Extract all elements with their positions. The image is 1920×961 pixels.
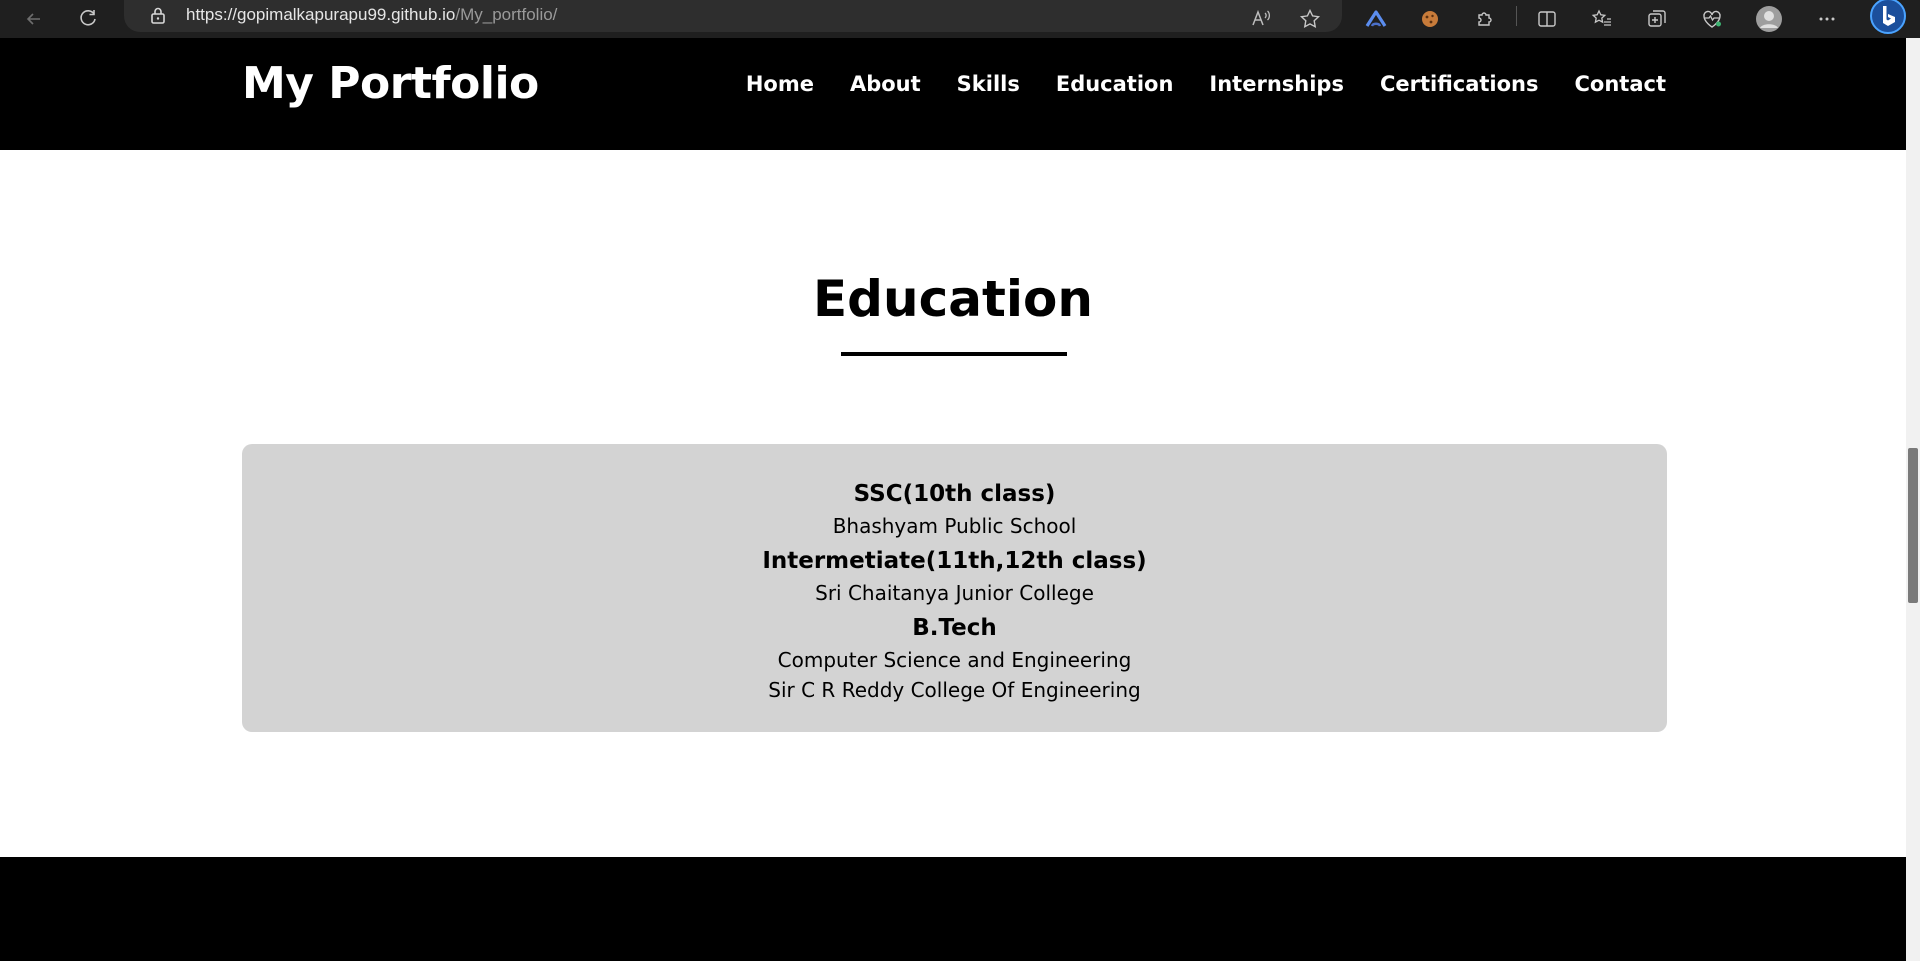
education-title: B.Tech [912, 615, 997, 641]
refresh-button[interactable] [72, 3, 104, 35]
footer-section [0, 857, 1906, 961]
title-underline [841, 352, 1067, 356]
main-nav: Home About Skills Education Internships … [746, 72, 1666, 96]
url-host: https://gopimalkapurapu99.github.io [186, 5, 456, 24]
extensions-button[interactable] [1469, 3, 1501, 35]
bing-icon [1870, 0, 1906, 34]
education-title: Intermetiate(11th,12th class) [762, 548, 1147, 574]
settings-more-button[interactable] [1811, 3, 1843, 35]
nav-contact[interactable]: Contact [1575, 72, 1667, 96]
brand-logo[interactable]: My Portfolio [242, 58, 539, 109]
nav-skills[interactable]: Skills [957, 72, 1020, 96]
collections-icon [1648, 10, 1666, 27]
nav-education[interactable]: Education [1056, 72, 1174, 96]
education-item-ssc: SSC(10th class) Bhashyam Public School [242, 477, 1667, 541]
education-card: SSC(10th class) Bhashyam Public School I… [242, 444, 1667, 732]
more-dots-icon [1819, 17, 1835, 21]
back-button[interactable] [18, 3, 50, 35]
favorites-button[interactable] [1586, 3, 1618, 35]
favorite-star-button[interactable] [1294, 3, 1326, 35]
scrollbar-thumb[interactable] [1908, 448, 1918, 603]
browser-toolbar: https://gopimalkapurapu99.github.io/My_p… [0, 0, 1920, 38]
education-item-btech: B.Tech Computer Science and Engineering … [242, 611, 1667, 705]
avatar-icon [1756, 6, 1782, 32]
education-detail: Bhashyam Public School [832, 514, 1077, 538]
extension-arc-button[interactable] [1360, 3, 1392, 35]
cookie-icon [1422, 11, 1438, 27]
read-aloud-icon [1252, 9, 1271, 26]
url-path: /My_portfolio/ [455, 5, 558, 24]
education-detail: Sri Chaitanya Junior College [815, 581, 1094, 605]
nav-internships[interactable]: Internships [1209, 72, 1344, 96]
site-header: My Portfolio Home About Skills Education… [0, 38, 1906, 150]
lock-icon [151, 7, 165, 24]
extension-cookie-button[interactable] [1414, 3, 1446, 35]
collections-button[interactable] [1641, 3, 1673, 35]
favorites-list-icon [1591, 9, 1611, 26]
arc-extension-icon [1365, 10, 1387, 27]
toolbar-separator [1516, 6, 1517, 26]
education-title: SSC(10th class) [853, 481, 1056, 507]
url-text[interactable]: https://gopimalkapurapu99.github.io/My_p… [186, 5, 557, 25]
back-arrow-icon [26, 13, 40, 25]
nav-about[interactable]: About [850, 72, 921, 96]
section-title: Education [813, 270, 1093, 328]
education-detail: Computer Science and Engineering [777, 648, 1132, 672]
heart-pulse-icon [1703, 10, 1721, 28]
star-icon [1299, 8, 1321, 28]
split-screen-button[interactable] [1531, 3, 1563, 35]
education-item-intermediate: Intermetiate(11th,12th class) Sri Chaita… [242, 544, 1667, 608]
browser-essentials-button[interactable] [1696, 3, 1728, 35]
profile-button[interactable] [1753, 3, 1785, 35]
nav-certifications[interactable]: Certifications [1380, 72, 1539, 96]
refresh-icon [80, 10, 96, 26]
education-detail: Sir C R Reddy College Of Engineering [768, 678, 1141, 702]
nav-home[interactable]: Home [746, 72, 814, 96]
split-screen-icon [1538, 11, 1556, 27]
copilot-button[interactable] [1868, 0, 1908, 34]
read-aloud-button[interactable] [1245, 3, 1277, 35]
puzzle-icon [1478, 12, 1492, 26]
